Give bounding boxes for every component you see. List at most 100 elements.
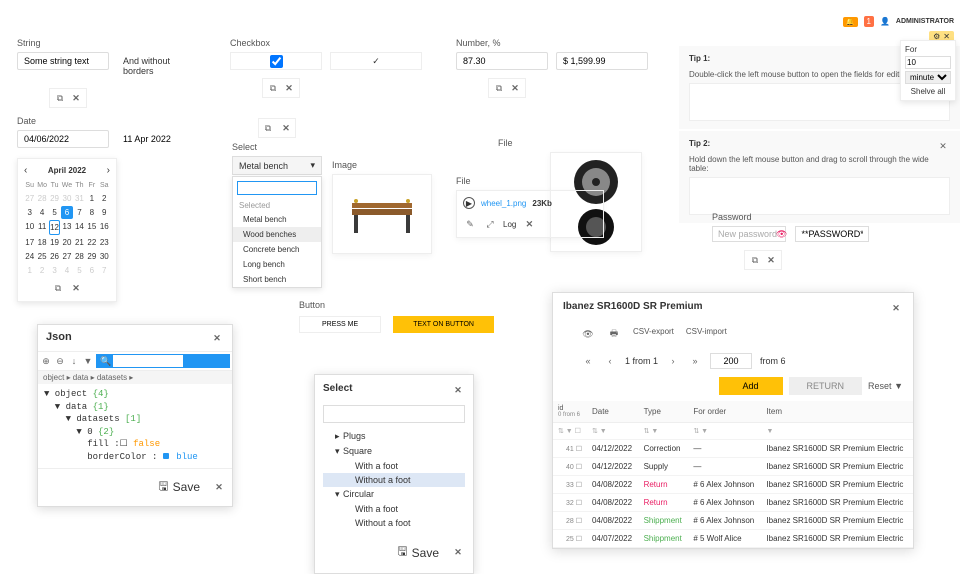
cal-day[interactable]: 4 bbox=[36, 206, 47, 219]
cal-day[interactable]: 3 bbox=[49, 264, 60, 277]
cal-day[interactable]: 7 bbox=[99, 264, 110, 277]
snooze-shelve[interactable]: Shelve all bbox=[905, 87, 951, 96]
cal-day[interactable]: 5 bbox=[74, 264, 85, 277]
cal-day[interactable]: 6 bbox=[86, 264, 97, 277]
cal-day[interactable]: 14 bbox=[74, 220, 85, 235]
cal-day[interactable]: 15 bbox=[86, 220, 97, 235]
json-line[interactable]: ▼ datasets [1] bbox=[44, 413, 226, 426]
cal-day[interactable]: 1 bbox=[24, 264, 35, 277]
close-icon[interactable]: ✕ bbox=[889, 301, 903, 315]
close-icon[interactable]: ✕ bbox=[451, 383, 465, 397]
csv-import[interactable]: CSV-import bbox=[686, 327, 727, 341]
table-row[interactable]: 28 ☐04/08/2022Shippment# 6 Alex JohnsonI… bbox=[553, 512, 913, 530]
cal-day[interactable]: 16 bbox=[99, 220, 110, 235]
cal-day[interactable]: 13 bbox=[61, 220, 72, 235]
expand-icon[interactable]: ⤢ bbox=[483, 217, 497, 231]
select-search[interactable] bbox=[237, 181, 317, 195]
password-input-masked[interactable] bbox=[795, 226, 869, 242]
json-line[interactable]: ▼ object {4} bbox=[44, 388, 226, 401]
close-icon[interactable]: ✕ bbox=[210, 331, 224, 345]
copy-icon[interactable]: ⧉ bbox=[53, 91, 67, 105]
bell-icon[interactable]: 🔔 bbox=[843, 17, 858, 27]
cal-day[interactable]: 17 bbox=[24, 236, 35, 249]
number-input-1[interactable] bbox=[456, 52, 548, 70]
filter-type[interactable]: ⇅ ▼ bbox=[639, 423, 689, 440]
cal-day[interactable]: 9 bbox=[99, 206, 110, 219]
filter-order[interactable]: ⇅ ▼ bbox=[688, 423, 761, 440]
cal-day[interactable]: 3 bbox=[24, 206, 35, 219]
col-order[interactable]: For order bbox=[688, 401, 761, 423]
json-line[interactable]: borderColor : blue bbox=[44, 451, 226, 464]
cal-day[interactable]: 27 bbox=[24, 192, 35, 205]
edit-icon[interactable]: ✎ bbox=[463, 217, 477, 231]
col-item[interactable]: Item bbox=[761, 401, 913, 423]
tree-item[interactable]: ▸Plugs bbox=[323, 429, 465, 444]
filter-icon[interactable]: ▼ bbox=[82, 354, 94, 368]
cal-day[interactable]: 30 bbox=[99, 250, 110, 263]
csv-export[interactable]: CSV-export bbox=[633, 327, 674, 341]
cal-day[interactable]: 10 bbox=[24, 220, 35, 235]
collapse-all-icon[interactable]: ⊖ bbox=[54, 354, 66, 368]
qty-input[interactable] bbox=[710, 353, 752, 369]
json-line[interactable]: fill :☐ false bbox=[44, 438, 226, 451]
cal-day[interactable]: 29 bbox=[86, 250, 97, 263]
cal-day[interactable]: 31 bbox=[74, 192, 85, 205]
table-row[interactable]: 40 ☐04/12/2022Supply—Ibanez SR1600D SR P… bbox=[553, 458, 913, 476]
json-breadcrumb[interactable]: object ▸ data ▸ datasets ▸ bbox=[38, 371, 232, 384]
select-option[interactable]: Long bench bbox=[233, 257, 321, 272]
prev-page-icon[interactable]: ‹ bbox=[603, 354, 617, 368]
tree-item[interactable]: ▾Circular bbox=[323, 487, 465, 502]
date-input-2[interactable] bbox=[117, 130, 209, 148]
return-button[interactable]: RETURN bbox=[789, 377, 863, 395]
file-name[interactable]: wheel_1.png bbox=[481, 199, 526, 208]
cal-day[interactable]: 18 bbox=[36, 236, 47, 249]
json-line[interactable]: ▼ 0 {2} bbox=[44, 426, 226, 439]
select-option[interactable]: Short bench bbox=[233, 272, 321, 287]
cal-day[interactable]: 4 bbox=[61, 264, 72, 277]
close-icon[interactable]: ✕ bbox=[69, 281, 83, 295]
file-log[interactable]: Log bbox=[503, 220, 516, 229]
cal-day[interactable]: 26 bbox=[49, 250, 60, 263]
tree-item[interactable]: With a foot bbox=[323, 502, 465, 516]
close-icon[interactable]: ✕ bbox=[764, 253, 778, 267]
tree-item[interactable]: Without a foot bbox=[323, 473, 465, 487]
press-me-button[interactable]: PRESS ME bbox=[299, 316, 381, 333]
select-control[interactable]: Metal bench ▾ bbox=[232, 156, 322, 175]
expand-all-icon[interactable]: ⊕ bbox=[40, 354, 52, 368]
snooze-value[interactable] bbox=[905, 56, 951, 69]
filter-item[interactable]: ▼ bbox=[761, 423, 913, 440]
table-row[interactable]: 32 ☐04/08/2022Return# 6 Alex JohnsonIban… bbox=[553, 494, 913, 512]
eye-icon[interactable]: 👁 bbox=[581, 327, 595, 341]
image-preview[interactable] bbox=[332, 174, 432, 254]
cal-day[interactable]: 30 bbox=[61, 192, 72, 205]
cal-day[interactable]: 12 bbox=[49, 220, 60, 235]
next-page-icon[interactable]: › bbox=[666, 354, 680, 368]
tree-item[interactable]: Without a foot bbox=[323, 516, 465, 530]
checkbox-2-cell[interactable]: ✓ bbox=[330, 52, 422, 70]
cal-day[interactable]: 7 bbox=[74, 206, 85, 219]
cal-day[interactable]: 22 bbox=[86, 236, 97, 249]
snooze-unit[interactable]: minutes bbox=[905, 71, 951, 84]
json-save-button[interactable]: 🖫Save bbox=[152, 475, 206, 500]
cal-day[interactable]: 19 bbox=[49, 236, 60, 249]
cal-day[interactable]: 21 bbox=[74, 236, 85, 249]
col-type[interactable]: Type bbox=[639, 401, 689, 423]
cal-day[interactable]: 27 bbox=[61, 250, 72, 263]
user-icon[interactable]: 👤 bbox=[880, 17, 890, 26]
close-icon[interactable]: ✕ bbox=[522, 217, 536, 231]
add-button[interactable]: Add bbox=[719, 377, 783, 395]
copy-icon[interactable]: ⧉ bbox=[748, 253, 762, 267]
cal-day[interactable]: 20 bbox=[61, 236, 72, 249]
cal-day[interactable]: 1 bbox=[86, 192, 97, 205]
cal-day[interactable]: 2 bbox=[99, 192, 110, 205]
col-id[interactable]: id bbox=[558, 405, 582, 412]
tree-item[interactable]: ▾Square bbox=[323, 444, 465, 459]
reset-button[interactable]: Reset ▼ bbox=[868, 377, 903, 395]
select-option[interactable]: Wood benches bbox=[233, 227, 321, 242]
table-row[interactable]: 33 ☐04/08/2022Return# 6 Alex JohnsonIban… bbox=[553, 476, 913, 494]
visibility-icon[interactable]: 👁 bbox=[776, 229, 787, 240]
cal-day[interactable]: 23 bbox=[99, 236, 110, 249]
cal-day[interactable]: 24 bbox=[24, 250, 35, 263]
cal-day[interactable]: 8 bbox=[86, 206, 97, 219]
copy-icon[interactable]: ⧉ bbox=[261, 121, 275, 135]
